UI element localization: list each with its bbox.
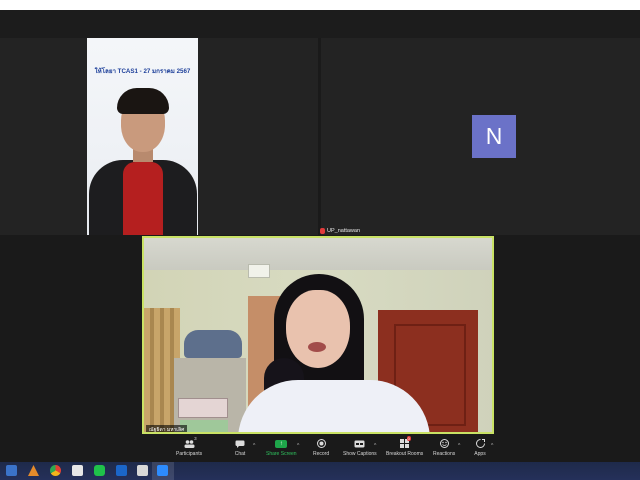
breakout-rooms-label: Breakout Rooms — [386, 451, 424, 457]
participants-icon: 3 — [183, 436, 197, 449]
file-explorer-icon[interactable] — [6, 465, 17, 476]
show-captions-label: Show Captions — [343, 451, 377, 457]
storage-box — [178, 398, 228, 418]
record-button[interactable]: Record — [313, 438, 329, 457]
chat-label: Chat — [234, 451, 246, 457]
window-top-edge — [0, 0, 640, 10]
breakout-badge: 0 — [406, 436, 411, 441]
participant-name-label: UP_nattawan — [320, 226, 360, 235]
zoom-icon[interactable] — [157, 465, 168, 476]
captions-icon — [354, 438, 366, 449]
apps-chevron-icon[interactable]: ^ — [491, 443, 493, 449]
breakout-rooms-icon: 0 — [399, 436, 411, 449]
mic-muted-icon — [320, 227, 325, 234]
apps-button[interactable]: Apps — [474, 438, 486, 457]
record-icon — [315, 438, 327, 449]
record-label: Record — [313, 451, 330, 457]
clothes-pile — [184, 330, 242, 358]
presenter-hair — [117, 88, 169, 114]
share-screen-button[interactable]: ↑ Share Screen — [266, 438, 297, 457]
speaker-face — [286, 290, 350, 368]
show-captions-button[interactable]: Show Captions — [343, 438, 377, 457]
room-ceiling — [144, 238, 492, 270]
speaker-shirt — [238, 380, 430, 432]
apps-label: Apps — [474, 451, 486, 457]
presenter-video: ให้โลยา TCAS1 - 27 มกราคม 2567 — [87, 38, 198, 235]
share-screen-label: Share Screen — [266, 451, 297, 457]
meeting-top-bar — [0, 10, 640, 38]
reactions-icon — [438, 438, 450, 449]
participant-name: UP_nattawan — [327, 227, 361, 234]
presenter-banner-text: ให้โลยา TCAS1 - 27 มกราคม 2567 — [94, 68, 191, 75]
captions-chevron-icon[interactable]: ^ — [374, 443, 376, 449]
apps-icon — [474, 438, 486, 449]
reactions-label: Reactions — [433, 451, 456, 457]
breakout-rooms-button[interactable]: 0 Breakout Rooms — [386, 436, 424, 457]
line-icon[interactable] — [94, 465, 105, 476]
chat-chevron-icon[interactable]: ^ — [253, 443, 255, 449]
speaker-name-label: ณัฐธิดา มหาเลิศ — [146, 425, 188, 432]
participants-button[interactable]: 3 Participants — [176, 436, 203, 457]
active-speaker-tile[interactable]: ณัฐธิดา มหาเลิศ — [142, 236, 494, 434]
reactions-chevron-icon[interactable]: ^ — [458, 443, 460, 449]
store-icon[interactable] — [72, 465, 83, 476]
chrome-icon[interactable] — [50, 465, 61, 476]
presenter-shirt — [123, 162, 163, 235]
share-chevron-icon[interactable]: ^ — [297, 443, 299, 449]
participants-label: Participants — [176, 451, 203, 457]
outlook-icon[interactable] — [116, 465, 127, 476]
chat-button[interactable]: Chat — [234, 438, 246, 457]
reactions-button[interactable]: Reactions — [433, 438, 455, 457]
ceiling-light — [248, 264, 270, 278]
printer-icon[interactable] — [137, 465, 148, 476]
participant-avatar: N — [472, 115, 516, 158]
share-screen-icon: ↑ — [275, 438, 288, 449]
speaker-mouth — [308, 342, 326, 352]
participants-count: 3 — [194, 436, 197, 441]
chat-icon — [234, 438, 246, 449]
